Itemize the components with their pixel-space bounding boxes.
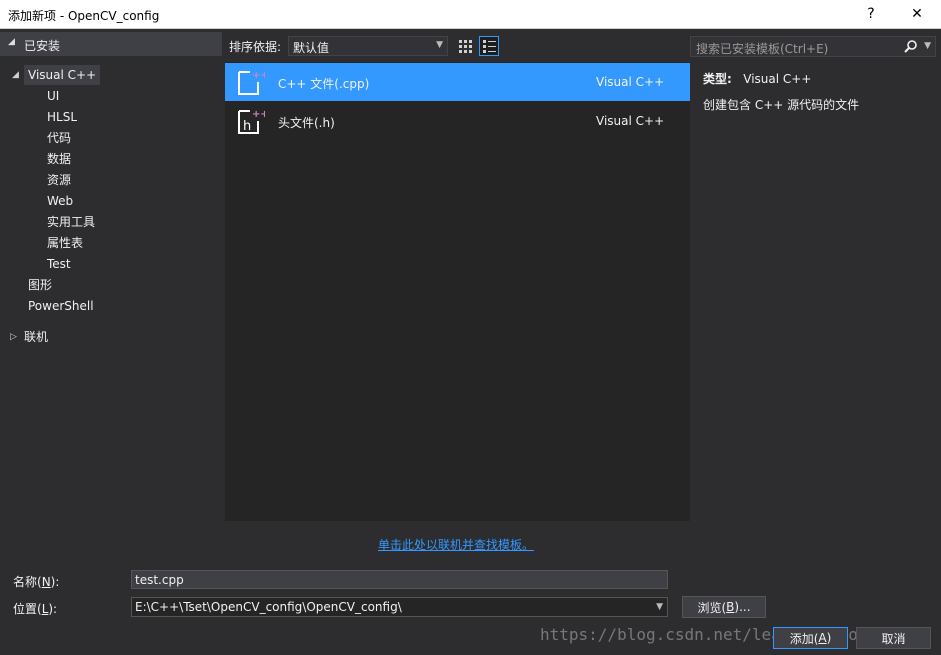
browse-label: 浏览( <box>697 600 727 615</box>
search-icon[interactable] <box>904 40 917 53</box>
sort-by-label: 排序依据: <box>229 40 282 54</box>
type-label: 类型: <box>703 72 732 86</box>
tree-item-resource[interactable]: 资源 <box>47 170 71 190</box>
name-label-accesskey: N <box>41 575 51 589</box>
tree-item-ui[interactable]: UI <box>47 86 59 106</box>
list-view-icon <box>483 40 496 53</box>
tree-header-installed[interactable]: ◢ 已安装 <box>0 32 222 56</box>
svg-text:++: ++ <box>252 109 265 120</box>
expanded-arrow-icon[interactable]: ◢ <box>8 37 15 47</box>
svg-text:h: h <box>243 119 251 134</box>
add-button[interactable]: 添加(A) <box>773 627 848 649</box>
name-value: test.cpp <box>135 573 184 587</box>
tree-item-test[interactable]: Test <box>47 254 71 274</box>
tree-item-web[interactable]: Web <box>47 191 73 211</box>
location-label: 位置(L): <box>13 600 57 617</box>
location-field[interactable]: E:\C++\Tset\OpenCV_config\OpenCV_config\… <box>131 597 668 617</box>
window-title: 添加新项 - OpenCV_config <box>8 9 160 23</box>
template-category-tree: ◢ 已安装 Visual C++ ◢ UI HLSL 代码 数据 资源 Web … <box>0 30 222 550</box>
tree-item-visual-cpp[interactable]: Visual C++ <box>24 65 101 85</box>
type-value: Visual C++ <box>743 72 812 86</box>
template-list: ++ C++ 文件(.cpp) Visual C++ h ++ 头文件(.h) … <box>225 62 690 521</box>
add-label-suffix: ) <box>826 631 832 645</box>
list-view-button[interactable] <box>479 36 499 56</box>
tree-item-data[interactable]: 数据 <box>47 149 71 169</box>
template-item-cpp[interactable]: ++ C++ 文件(.cpp) Visual C++ <box>225 63 690 101</box>
chevron-down-icon[interactable]: ▼ <box>656 602 663 612</box>
tree-item-code[interactable]: 代码 <box>47 128 71 148</box>
template-name: C++ 文件(.cpp) <box>278 77 370 91</box>
browse-button[interactable]: 浏览(B)... <box>682 596 766 618</box>
close-button[interactable]: ✕ <box>894 0 940 28</box>
location-label-text: 位置( <box>13 602 42 616</box>
type-line: 类型: Visual C++ <box>703 70 933 90</box>
template-language: Visual C++ <box>596 114 665 128</box>
header-file-icon: h ++ <box>238 109 265 134</box>
name-field[interactable]: test.cpp <box>131 570 668 589</box>
search-placeholder: 搜索已安装模板(Ctrl+E) <box>696 42 829 56</box>
tree-item-graphics[interactable]: 图形 <box>28 275 52 295</box>
browse-accesskey: B <box>726 600 735 614</box>
cpp-file-icon: ++ <box>238 70 265 95</box>
tree-item-utility[interactable]: 实用工具 <box>47 212 95 232</box>
tree-item-property-sheet[interactable]: 属性表 <box>47 233 83 253</box>
tree-item-label: Visual C++ <box>28 68 97 82</box>
template-description: 创建包含 C++ 源代码的文件 <box>703 98 860 112</box>
template-language: Visual C++ <box>596 75 665 89</box>
cancel-button[interactable]: 取消 <box>856 627 931 649</box>
sort-by-dropdown[interactable]: 默认值 ▼ <box>288 36 448 56</box>
add-accesskey: A <box>818 631 827 645</box>
template-name: 头文件(.h) <box>278 116 335 130</box>
name-label-suffix: ): <box>50 575 60 589</box>
search-input[interactable]: 搜索已安装模板(Ctrl+E) ▼ <box>690 36 936 57</box>
location-label-suffix: ): <box>48 602 58 616</box>
small-icons-view-button[interactable] <box>455 36 475 56</box>
help-button[interactable]: ? <box>848 0 894 28</box>
name-label-text: 名称( <box>13 575 42 589</box>
name-label: 名称(N): <box>13 573 59 590</box>
template-details: 类型: Visual C++ 创建包含 C++ 源代码的文件 <box>703 70 933 113</box>
tree-item-online[interactable]: 联机 <box>24 327 48 347</box>
tree-item-hlsl[interactable]: HLSL <box>47 107 77 127</box>
title-bar: 添加新项 - OpenCV_config ? ✕ <box>0 0 941 29</box>
add-label: 添加( <box>789 631 819 646</box>
tree-header-label: 已安装 <box>24 39 61 53</box>
svg-text:++: ++ <box>252 70 265 81</box>
location-value: E:\C++\Tset\OpenCV_config\OpenCV_config\ <box>135 600 402 614</box>
template-item-header[interactable]: h ++ 头文件(.h) Visual C++ <box>225 102 690 140</box>
browse-label-suffix: )... <box>734 600 751 614</box>
chevron-down-icon: ▼ <box>436 40 443 50</box>
sort-by-value: 默认值 <box>293 41 330 55</box>
chevron-down-icon[interactable]: ▼ <box>924 41 931 51</box>
grid-view-icon <box>459 40 472 53</box>
tree-item-powershell[interactable]: PowerShell <box>28 296 94 316</box>
find-templates-online-link[interactable]: 单击此处以联机并查找模板。 <box>378 536 534 553</box>
